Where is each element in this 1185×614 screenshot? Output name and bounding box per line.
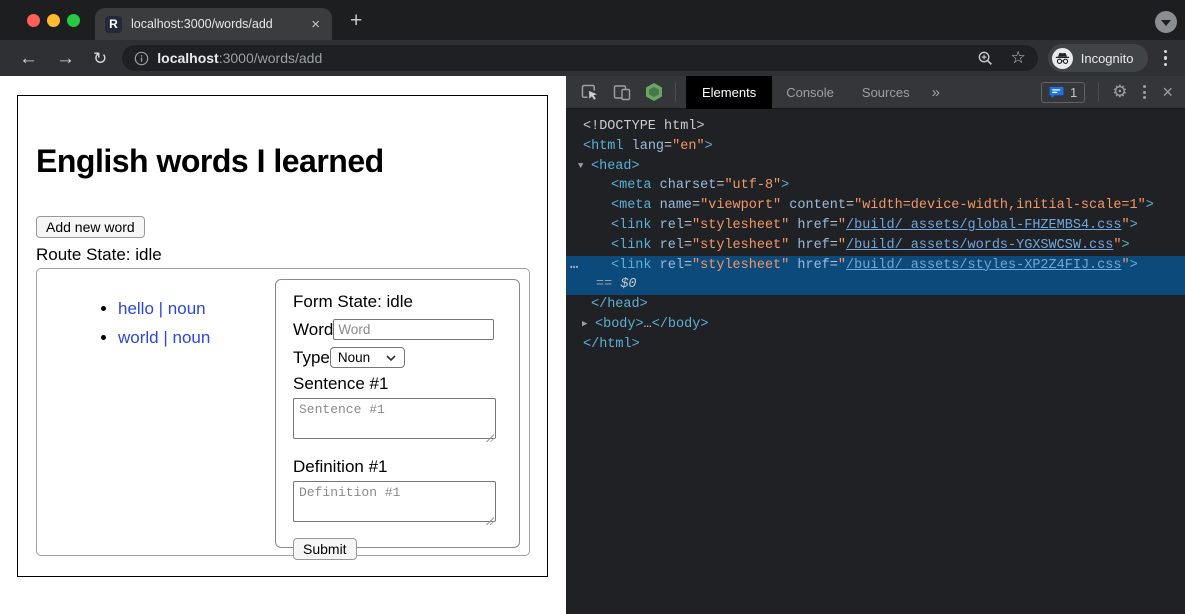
word-list: hello | noun world | noun xyxy=(37,299,210,357)
dom-tree-node[interactable]: </head> xyxy=(566,295,1185,315)
new-tab-button[interactable]: + xyxy=(344,7,368,35)
incognito-badge: Incognito xyxy=(1048,44,1148,72)
type-select[interactable]: Noun xyxy=(330,347,405,368)
site-info-icon[interactable] xyxy=(134,51,149,66)
word-link[interactable]: world | noun xyxy=(118,328,210,347)
traffic-lights xyxy=(27,14,80,27)
type-label: Type xyxy=(293,348,330,368)
select-chevron-icon xyxy=(386,355,396,361)
dom-tree-node[interactable]: <link rel="stylesheet" href="/build/_ass… xyxy=(566,236,1185,256)
back-button[interactable]: ← xyxy=(10,49,47,68)
node-overflow-dots[interactable]: … xyxy=(570,256,579,276)
page-viewport: English words I learned Add new word Rou… xyxy=(0,76,566,614)
word-list-item: hello | noun xyxy=(118,299,210,319)
app-container: English words I learned Add new word Rou… xyxy=(17,95,548,577)
tab-elements[interactable]: Elements xyxy=(686,76,772,109)
sentence-textarea-wrap xyxy=(293,398,496,444)
dom-tree-node[interactable]: …<link rel="stylesheet" href="/build/_as… xyxy=(566,256,1185,276)
tab-title: localhost:3000/words/add xyxy=(131,17,309,31)
page-title: English words I learned xyxy=(36,143,384,180)
device-toolbar-icon[interactable] xyxy=(613,83,631,101)
url-text: localhost:3000/words/add xyxy=(157,50,322,66)
tab-console[interactable]: Console xyxy=(772,76,848,109)
url-host: localhost xyxy=(157,50,218,66)
settings-gear-icon[interactable]: ⚙ xyxy=(1112,82,1127,102)
issues-count: 1 xyxy=(1070,85,1077,100)
extension-hexagon-icon[interactable] xyxy=(646,83,662,101)
sentence-label: Sentence #1 xyxy=(293,374,503,394)
fullscreen-window-button[interactable] xyxy=(67,14,80,27)
dom-tree: <!DOCTYPE html><html lang="en">▼<head><m… xyxy=(566,109,1185,614)
url-path: :3000/words/add xyxy=(219,50,323,66)
close-window-button[interactable] xyxy=(27,14,40,27)
browser-toolbar: ← → ↻ localhost:3000/words/add ☆ Incogni… xyxy=(0,40,1185,76)
dom-tree-node[interactable]: ▶<body>…</body> xyxy=(566,315,1185,335)
dom-tree-node[interactable]: </html> xyxy=(566,335,1185,355)
word-input[interactable] xyxy=(333,319,494,340)
words-panel: hello | noun world | noun Form State: idl… xyxy=(36,268,530,556)
word-link[interactable]: hello | noun xyxy=(118,299,206,318)
expand-arrow-down-icon[interactable]: ▼ xyxy=(578,157,591,177)
toolbar-separator xyxy=(675,83,676,101)
definition-label: Definition #1 xyxy=(293,457,503,477)
issues-button[interactable]: 1 xyxy=(1041,82,1085,103)
dom-tree-node[interactable]: == $0 xyxy=(566,275,1185,295)
reload-button[interactable]: ↻ xyxy=(84,50,116,67)
browser-window: R localhost:3000/words/add × + ← → ↻ loc… xyxy=(0,0,1185,614)
add-new-word-button[interactable]: Add new word xyxy=(36,216,145,238)
dom-tree-node[interactable]: <!DOCTYPE html> xyxy=(566,117,1185,137)
dom-tree-node[interactable]: <link rel="stylesheet" href="/build/_ass… xyxy=(566,216,1185,236)
definition-textarea[interactable] xyxy=(293,481,496,522)
zoom-page-icon[interactable] xyxy=(977,50,994,67)
forward-button[interactable]: → xyxy=(47,49,84,68)
dom-tree-node[interactable]: ▼<head> xyxy=(566,157,1185,177)
dom-tree-node[interactable]: <meta charset="utf-8"> xyxy=(566,176,1185,196)
submit-button[interactable]: Submit xyxy=(293,538,357,560)
word-label: Word xyxy=(293,320,333,340)
route-state-text: Route State: idle xyxy=(36,245,162,265)
devtools-menu-button[interactable] xyxy=(1137,81,1152,103)
tab-search-button[interactable] xyxy=(1155,11,1177,33)
expand-arrow-right-icon[interactable]: ▶ xyxy=(582,315,595,335)
inspect-element-icon[interactable] xyxy=(580,83,598,101)
toolbar-separator xyxy=(1098,83,1099,101)
incognito-label: Incognito xyxy=(1081,51,1134,66)
add-word-form: Form State: idle Word Type Noun Sentence… xyxy=(275,279,520,548)
sentence-textarea[interactable] xyxy=(293,398,496,439)
incognito-icon xyxy=(1052,48,1073,69)
more-tabs-icon[interactable]: » xyxy=(924,84,948,101)
tab-sources[interactable]: Sources xyxy=(848,76,924,109)
dom-tree-node[interactable]: <html lang="en"> xyxy=(566,137,1185,157)
form-state-text: Form State: idle xyxy=(293,292,503,312)
tab-bar: R localhost:3000/words/add × + xyxy=(0,0,1185,40)
devtools-toolbar: Elements Console Sources » 1 ⚙ × xyxy=(566,76,1185,109)
bookmark-star-icon[interactable]: ☆ xyxy=(1010,48,1025,68)
browser-menu-button[interactable] xyxy=(1156,46,1176,71)
type-select-value: Noun xyxy=(338,350,370,365)
dom-tree-node[interactable]: <meta name="viewport" content="width=dev… xyxy=(566,196,1185,216)
devtools-close-button[interactable]: × xyxy=(1162,82,1173,103)
minimize-window-button[interactable] xyxy=(47,14,60,27)
remix-favicon-icon: R xyxy=(105,16,122,33)
devtools-panel: Elements Console Sources » 1 ⚙ × <!DOCTY… xyxy=(566,76,1185,614)
chevron-down-icon xyxy=(1161,20,1171,26)
address-bar[interactable]: localhost:3000/words/add ☆ xyxy=(122,45,1037,71)
browser-tab[interactable]: R localhost:3000/words/add × xyxy=(95,8,332,40)
chat-bubble-icon xyxy=(1049,86,1064,99)
definition-textarea-wrap xyxy=(293,481,496,527)
word-list-item: world | noun xyxy=(118,328,210,348)
tab-close-icon[interactable]: × xyxy=(309,17,322,32)
